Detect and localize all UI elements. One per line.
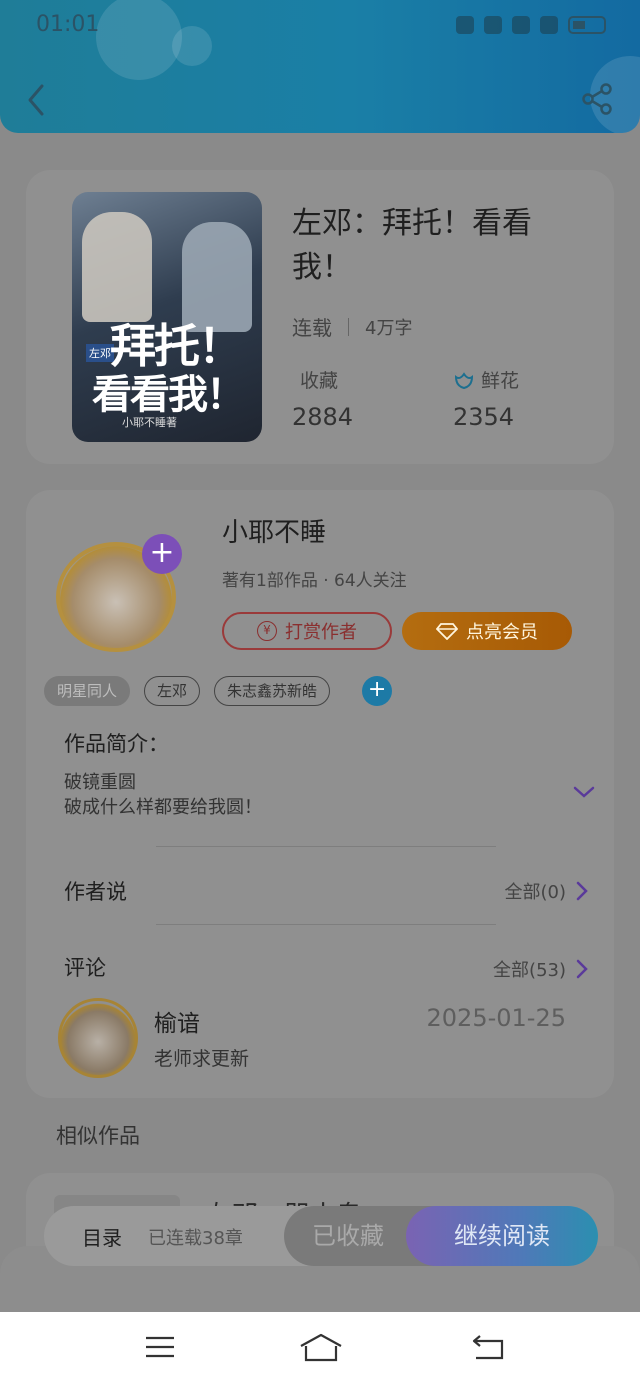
book-meta: 连载 4万字: [292, 312, 412, 341]
stat-flowers-value: 2354: [453, 403, 515, 431]
book-title: 左邓：拜托！看看我！: [292, 206, 532, 285]
flower-icon: [454, 371, 474, 389]
chevron-right-icon: [576, 881, 588, 901]
author-says-count: 全部(0): [504, 882, 567, 903]
status-time: 01:01: [36, 12, 100, 37]
home-icon: [300, 1333, 342, 1362]
toc-button[interactable]: 目录: [82, 1222, 122, 1251]
author-name[interactable]: 小耶不睡: [222, 512, 326, 549]
stat-flowers-label: 鲜花: [481, 370, 520, 392]
chapter-count: 已连载38章: [148, 1228, 243, 1249]
tip-author-button[interactable]: ¥ 打赏作者: [222, 612, 392, 650]
commenter-avatar[interactable]: [58, 998, 138, 1078]
add-tag-button[interactable]: +: [362, 676, 393, 706]
alarm-icon: [484, 16, 502, 34]
book-status: 连载: [292, 316, 332, 340]
author-says-title: 作者说: [64, 880, 127, 904]
divider: [348, 317, 349, 336]
back-nav-button[interactable]: [470, 1332, 510, 1368]
vip-button[interactable]: 点亮会员: [402, 612, 572, 650]
stat-flowers[interactable]: 鲜花 2354: [453, 366, 519, 431]
author-says-all-link[interactable]: 全部(0): [505, 878, 589, 904]
tag-chip[interactable]: 明星同人: [44, 676, 131, 706]
continue-reading-button[interactable]: 继续阅读: [406, 1206, 598, 1266]
yen-icon: ¥: [257, 621, 277, 641]
tag-list: 明星同人 左邓 朱志鑫苏新皓 +: [44, 676, 393, 706]
book-cover[interactable]: 左邓 拜托！ 看看我！ 小耶不睡著: [72, 192, 262, 442]
share-button[interactable]: [580, 82, 614, 116]
comments-count: 全部(53): [493, 960, 566, 981]
tag-chip[interactable]: 左邓: [144, 676, 201, 706]
home-nav-button[interactable]: [298, 1332, 344, 1368]
divider: [156, 846, 496, 847]
vip-label: 点亮会员: [466, 622, 538, 643]
stat-favorites-label: 收藏: [300, 370, 339, 392]
system-nav-bar: [0, 1312, 640, 1387]
word-count: 4万字: [365, 317, 413, 339]
menu-icon: [146, 1336, 174, 1358]
comments-all-link[interactable]: 全部(53): [493, 956, 588, 982]
follow-author-button[interactable]: +: [142, 534, 182, 574]
details-card: + 小耶不睡 著有1部作品 · 64人关注 ¥ 打赏作者 点亮会员 明星同人 左…: [26, 490, 614, 1098]
cover-title-line2: 看看我！: [92, 371, 246, 418]
action-bar: 目录 已连载38章 已收藏 继续阅读: [44, 1206, 598, 1266]
divider: [156, 924, 496, 925]
tag-chip[interactable]: 朱志鑫苏新皓: [214, 676, 331, 706]
back-button[interactable]: [22, 80, 52, 120]
back-icon: [472, 1335, 504, 1360]
chevron-left-icon: [28, 84, 44, 116]
chevron-right-icon: [576, 959, 588, 979]
diamond-icon: [436, 623, 458, 640]
comment-date: 2025-01-25: [426, 1004, 566, 1032]
battery-icon: [568, 16, 606, 34]
wifi-icon: [540, 16, 558, 34]
cover-figure: [82, 212, 152, 322]
chevron-down-icon: [573, 786, 595, 798]
author-meta: 著有1部作品 · 64人关注: [222, 571, 407, 591]
menu-nav-button[interactable]: [142, 1332, 182, 1368]
book-info-card: 左邓 拜托！ 看看我！ 小耶不睡著 左邓：拜托！看看我！ 连载 4万字 收藏 2…: [26, 170, 614, 464]
intro-line: 破成什么样都要给我圆！: [64, 797, 262, 818]
comment-text: 老师求更新: [154, 1048, 250, 1070]
bluetooth-icon: [456, 16, 474, 34]
status-icons: [456, 16, 606, 34]
status-bar: 01:01: [0, 8, 640, 44]
dnd-icon: [512, 16, 530, 34]
cover-author: 小耶不睡著: [122, 416, 177, 429]
tip-author-label: 打赏作者: [285, 622, 357, 643]
intro-title: 作品简介：: [64, 732, 169, 756]
book-detail-screen: 01:01 左邓 拜托！ 看看我！ 小耶不睡著 左邓：拜托！看看我！ 连载 4万…: [0, 0, 640, 1312]
commenter-name: 榆谙: [154, 1011, 200, 1037]
expand-intro-button[interactable]: [572, 784, 596, 804]
header: 01:01: [0, 0, 640, 133]
share-icon: [582, 83, 612, 115]
similar-works-title: 相似作品: [56, 1124, 140, 1148]
stat-favorites: 收藏 2884: [292, 366, 353, 431]
intro-text: 破镜重圆 破成什么样都要给我圆！: [64, 770, 262, 820]
stat-favorites-value: 2884: [292, 403, 354, 431]
intro-line: 破镜重圆: [64, 772, 136, 793]
comments-title: 评论: [64, 956, 106, 980]
